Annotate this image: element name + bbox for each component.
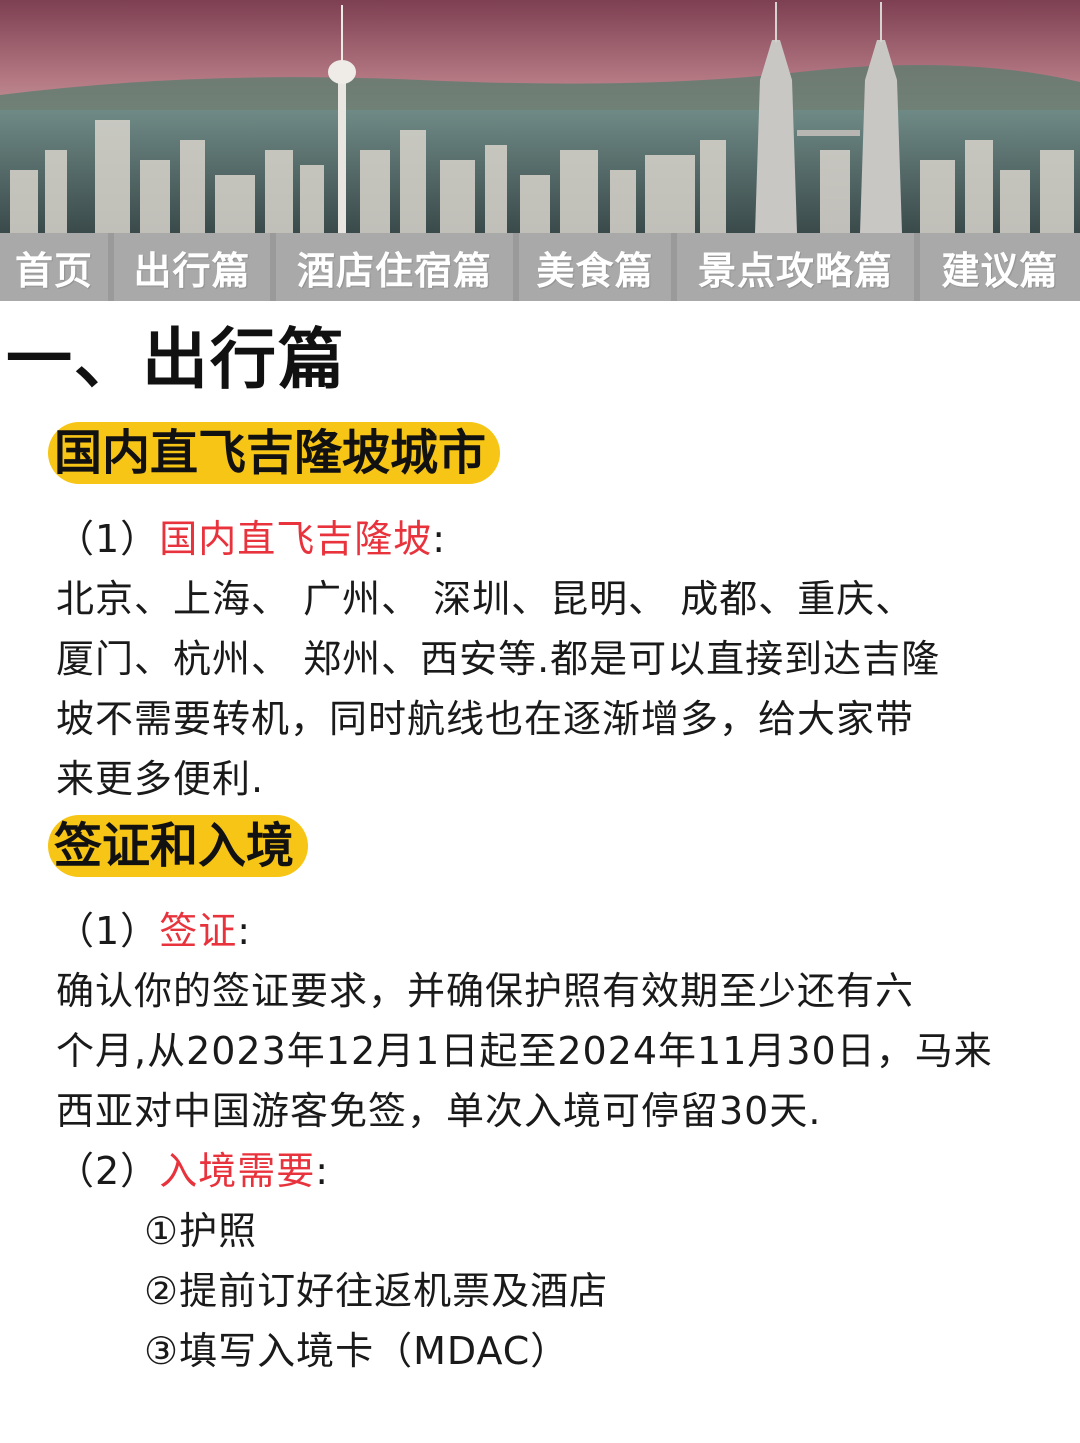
- tab-hotel[interactable]: 酒店住宿篇: [276, 233, 513, 301]
- flights-body-line: 北京、上海、 广州、 深圳、昆明、 成都、重庆、: [56, 577, 915, 621]
- category-tab-bar: 首页 出行篇 酒店住宿篇 美食篇 景点攻略篇 建议篇: [0, 233, 1080, 301]
- tab-food[interactable]: 美食篇: [519, 233, 671, 301]
- item-colon: :: [432, 517, 447, 561]
- requirement-item: ③填写入境卡（MDAC）: [144, 1329, 570, 1373]
- visa-item-1: （1）签证:: [56, 900, 251, 955]
- item-colon: :: [237, 909, 252, 953]
- visa-body-line: 西亚对中国游客免签，单次入境可停留30天.: [56, 1089, 822, 1133]
- tab-attractions[interactable]: 景点攻略篇: [677, 233, 914, 301]
- flights-body-line: 厦门、杭州、 郑州、西安等.都是可以直接到达吉隆: [56, 637, 941, 681]
- visa-body-line: 个月,从2023年12月1日起至2024年11月30日，马来: [56, 1029, 993, 1073]
- flights-body-line: 坡不需要转机，同时航线也在逐渐增多，给大家带: [56, 697, 915, 741]
- flights-body-line: 来更多便利.: [56, 757, 265, 801]
- visa-body-line: 确认你的签证要求，并确保护照有效期至少还有六: [56, 969, 915, 1013]
- section-title: 一、出行篇: [6, 321, 346, 398]
- item-colon: :: [315, 1149, 330, 1193]
- item-number: （1）: [56, 909, 160, 953]
- flights-heading: 国内直飞吉隆坡城市: [48, 422, 501, 484]
- tab-home[interactable]: 首页: [0, 233, 108, 301]
- hero-skyline-image: [0, 0, 1080, 233]
- item-label: 签证: [159, 909, 238, 953]
- item-label: 国内直飞吉隆坡: [159, 517, 433, 561]
- item-number: （2）: [56, 1149, 160, 1193]
- flights-item-1: （1）国内直飞吉隆坡:: [56, 508, 446, 563]
- item-label: 入境需要: [159, 1149, 316, 1193]
- item-number: （1）: [56, 517, 160, 561]
- visa-heading: 签证和入境: [48, 815, 309, 877]
- tab-suggestions[interactable]: 建议篇: [920, 233, 1080, 301]
- visa-item-2: （2）入境需要:: [56, 1140, 329, 1195]
- tab-travel[interactable]: 出行篇: [114, 233, 270, 301]
- requirement-item: ①护照: [144, 1209, 258, 1253]
- requirement-item: ②提前订好往返机票及酒店: [144, 1269, 609, 1313]
